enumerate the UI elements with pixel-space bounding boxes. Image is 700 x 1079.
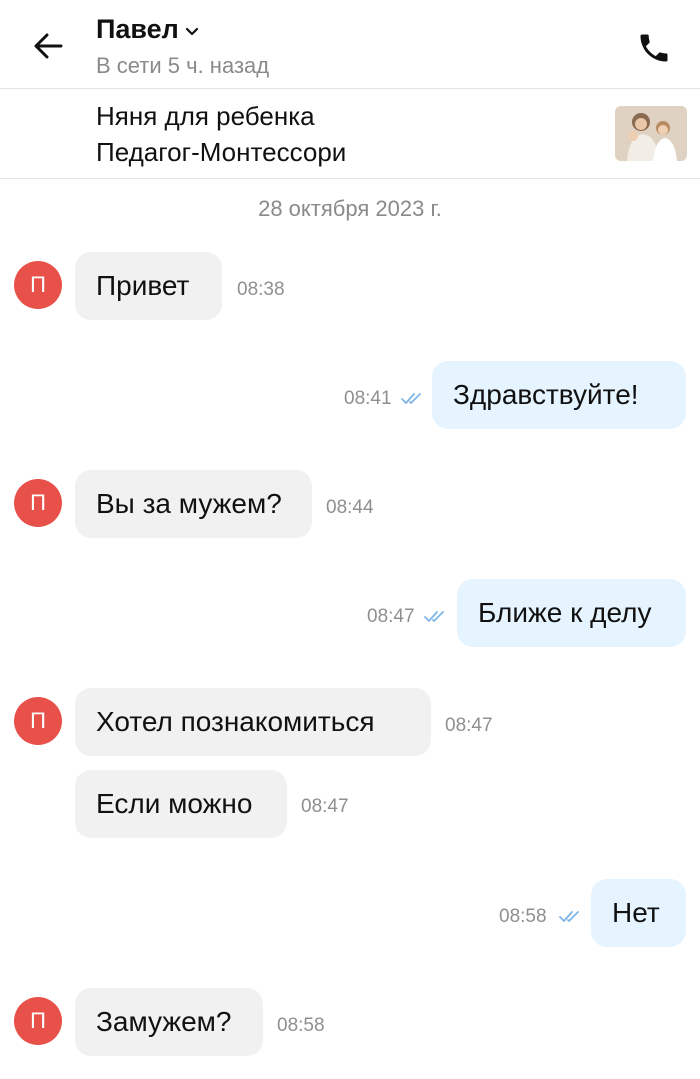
message-time: 08:47 <box>301 796 349 817</box>
contact-name-button[interactable]: Павел <box>96 14 199 45</box>
contact-avatar[interactable]: П <box>14 697 62 745</box>
message-bubble-outgoing[interactable]: Здравствуйте! <box>432 361 686 429</box>
chat-header: Павел В сети 5 ч. назад <box>0 0 700 88</box>
contact-avatar[interactable]: П <box>14 479 62 527</box>
phone-icon <box>640 34 668 62</box>
message-bubble-outgoing[interactable]: Нет <box>591 879 686 947</box>
read-checkmarks-icon <box>559 911 579 922</box>
contact-avatar[interactable]: П <box>14 261 62 309</box>
date-separator: 28 октября 2023 г. <box>258 196 442 221</box>
message-bubble-incoming[interactable]: Хотел познакомиться <box>75 688 431 756</box>
listing-title: Няня для ребенка <box>96 101 315 131</box>
message-bubble-incoming[interactable]: Замужем? <box>75 988 263 1056</box>
listing-banner[interactable]: Няня для ребенка Педагог-Монтессори <box>0 89 700 178</box>
message-time: 08:47 <box>367 606 415 627</box>
message-time: 08:44 <box>326 497 374 518</box>
listing-divider <box>0 178 700 179</box>
listing-photo <box>615 106 687 161</box>
read-checkmarks-icon <box>424 611 444 622</box>
chat-screen: Павел В сети 5 ч. назад Няня для ребенка… <box>0 0 700 1079</box>
back-button[interactable] <box>26 24 70 68</box>
message-bubble-incoming[interactable]: Привет <box>75 252 222 320</box>
message-bubble-outgoing[interactable]: Ближе к делу <box>457 579 686 647</box>
online-status: В сети 5 ч. назад <box>96 53 270 78</box>
message-bubble-incoming[interactable]: Если можно <box>75 770 287 838</box>
message-bubble-incoming[interactable]: Вы за мужем? <box>75 470 312 538</box>
message-time: 08:47 <box>445 715 493 736</box>
chevron-down-icon <box>185 27 198 35</box>
contact-avatar[interactable]: П <box>14 997 62 1045</box>
call-button[interactable] <box>630 24 678 72</box>
message-time: 08:38 <box>237 279 285 300</box>
message-time: 08:58 <box>499 906 547 927</box>
message-time: 08:41 <box>344 388 392 409</box>
message-time: 08:58 <box>277 1015 325 1036</box>
listing-subtitle: Педагог-Монтессори <box>96 137 347 167</box>
contact-name: Павел <box>96 14 179 44</box>
arrow-left-icon <box>34 33 63 59</box>
read-checkmarks-icon <box>401 393 421 404</box>
